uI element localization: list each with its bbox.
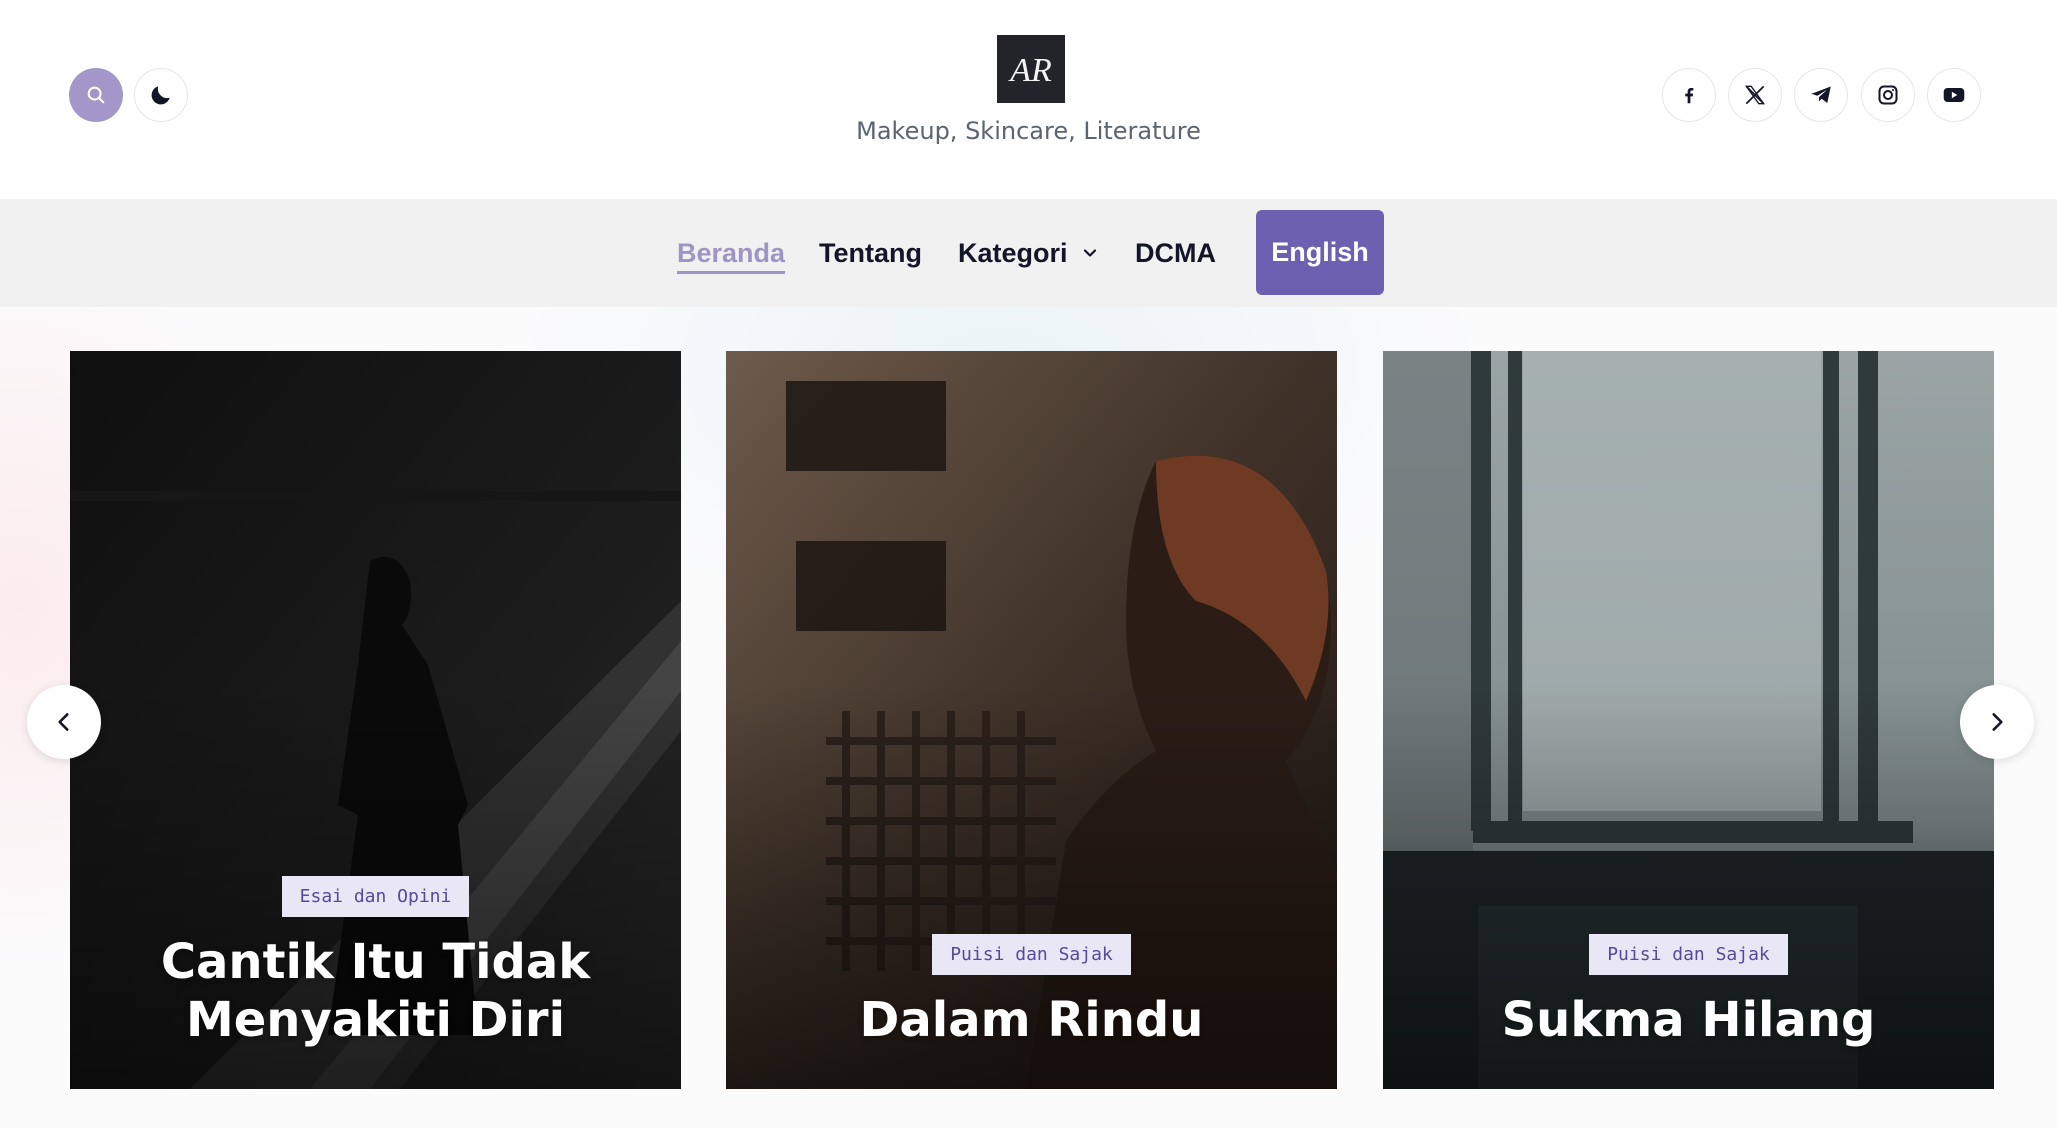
card-title[interactable]: Dalam Rindu bbox=[860, 991, 1204, 1049]
search-icon bbox=[87, 86, 105, 104]
youtube-link[interactable] bbox=[1927, 68, 1981, 122]
theme-toggle-button[interactable] bbox=[134, 68, 188, 122]
nav-item-label: DCMA bbox=[1135, 237, 1216, 268]
card-caption: Puisi dan Sajak Dalam Rindu bbox=[726, 934, 1337, 1049]
chevron-left-icon bbox=[58, 713, 69, 731]
slider-card[interactable]: Puisi dan Sajak Sukma Hilang bbox=[1383, 351, 1994, 1089]
svg-text:AR: AR bbox=[1008, 52, 1052, 89]
youtube-icon bbox=[1943, 87, 1965, 103]
facebook-icon bbox=[1685, 87, 1694, 104]
category-badge[interactable]: Puisi dan Sajak bbox=[932, 934, 1131, 975]
moon-icon bbox=[151, 86, 170, 105]
category-badge[interactable]: Esai dan Opini bbox=[281, 876, 470, 917]
instagram-link[interactable] bbox=[1861, 68, 1915, 122]
slider-next-button[interactable] bbox=[1960, 685, 2034, 759]
chevron-right-icon bbox=[1992, 713, 2003, 731]
instagram-icon bbox=[1878, 85, 1898, 105]
site-header: AR Makeup, Skincare, Literature bbox=[0, 0, 2057, 199]
card-title[interactable]: Cantik Itu Tidak Menyakiti Diri bbox=[116, 933, 636, 1049]
x-link[interactable] bbox=[1728, 68, 1782, 122]
language-english-button[interactable]: English bbox=[1256, 210, 1384, 295]
nav-item-label: Beranda bbox=[677, 237, 786, 268]
nav-item-label: Kategori bbox=[958, 237, 1068, 268]
search-button[interactable] bbox=[69, 68, 123, 122]
nav-item-beranda[interactable]: Beranda bbox=[677, 199, 786, 307]
x-icon bbox=[1745, 85, 1765, 105]
category-badge[interactable]: Puisi dan Sajak bbox=[1589, 934, 1788, 975]
card-title[interactable]: Sukma Hilang bbox=[1502, 991, 1876, 1049]
nav-item-tentang[interactable]: Tentang bbox=[819, 199, 922, 307]
card-caption: Esai dan Opini Cantik Itu Tidak Menyakit… bbox=[70, 876, 681, 1049]
site-logo[interactable]: AR bbox=[997, 35, 1065, 103]
nav-item-label: Tentang bbox=[819, 237, 922, 268]
slider-card[interactable]: Puisi dan Sajak Dalam Rindu bbox=[726, 351, 1337, 1089]
chevron-down-icon bbox=[1080, 243, 1100, 263]
featured-slider: Esai dan Opini Cantik Itu Tidak Menyakit… bbox=[0, 307, 2057, 1128]
logo-mark: AR bbox=[1008, 52, 1052, 89]
card-caption: Puisi dan Sajak Sukma Hilang bbox=[1383, 934, 1994, 1049]
telegram-icon bbox=[1810, 86, 1831, 104]
main-nav: Beranda Tentang Kategori DCMA bbox=[0, 199, 2057, 307]
nav-item-kategori[interactable]: Kategori bbox=[958, 199, 1100, 307]
telegram-link[interactable] bbox=[1794, 68, 1848, 122]
facebook-link[interactable] bbox=[1662, 68, 1716, 122]
slider-card[interactable]: Esai dan Opini Cantik Itu Tidak Menyakit… bbox=[70, 351, 681, 1089]
nav-item-dcma[interactable]: DCMA bbox=[1135, 199, 1216, 307]
active-underline bbox=[677, 271, 786, 274]
slider-prev-button[interactable] bbox=[27, 685, 101, 759]
